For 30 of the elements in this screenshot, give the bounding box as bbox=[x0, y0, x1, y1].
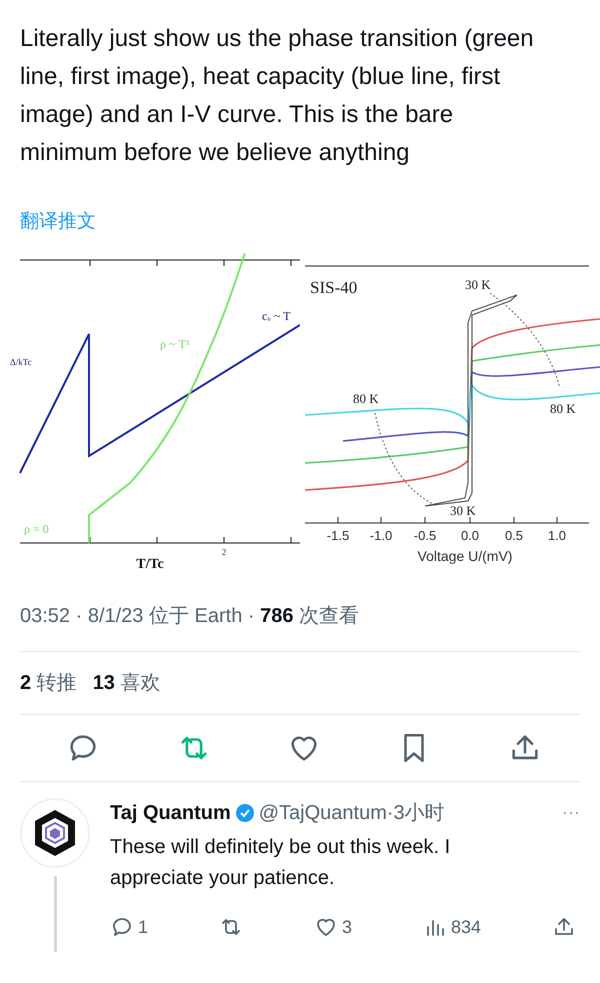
plot-label: 80 K bbox=[353, 390, 379, 406]
plot-label: ρ = 0 bbox=[24, 522, 49, 536]
tick-label: 0.5 bbox=[504, 528, 524, 542]
plot-label: cᵥ ~ T bbox=[262, 308, 290, 322]
reply-icon[interactable] bbox=[110, 915, 134, 939]
plot-label: Δ/kTc bbox=[10, 356, 32, 366]
like-count: 3 bbox=[342, 916, 352, 938]
tick-label: -1.5 bbox=[326, 528, 350, 542]
reply-text: These will definitely be out this week. I appreciate your patience. bbox=[110, 834, 452, 890]
reply-count: 1 bbox=[138, 916, 148, 938]
axis-label: Voltage U/(mV) bbox=[418, 548, 512, 564]
avatar[interactable] bbox=[20, 798, 90, 868]
tweet-meta: 03:52 · 8/1/23 位于 Earth · 786 次查看 bbox=[20, 604, 360, 626]
plot-label: SIS-40 bbox=[310, 278, 358, 296]
tick-label: -0.5 bbox=[414, 528, 436, 542]
plot-label: ρ ~ T³ bbox=[160, 336, 190, 350]
plot-label: 2 bbox=[222, 546, 226, 556]
plot-label: T/Tc bbox=[136, 556, 164, 572]
views-count: 834 bbox=[450, 916, 481, 938]
plot-label: 80 K bbox=[550, 400, 576, 416]
tweet-text: Literally just show us the phase transition (green line, first image), heat capacity (blue line, first image) and an I-V curve. This is the bare minimum before we believe anything bbox=[20, 24, 535, 168]
tick-label: 1.0 bbox=[548, 528, 566, 542]
author-name[interactable]: Taj Quantum bbox=[110, 798, 231, 828]
plot-label: 30 K bbox=[465, 276, 491, 292]
author-handle[interactable]: @TajQuantum·3小时 bbox=[258, 798, 445, 828]
stat-count[interactable]: 13 喜欢 bbox=[92, 668, 160, 698]
stat-count[interactable]: 2 转推 bbox=[20, 668, 77, 698]
plot-label: 30 K bbox=[450, 502, 476, 518]
tick-label: -1.0 bbox=[370, 528, 392, 542]
tick-label: 0.0 bbox=[460, 528, 480, 542]
